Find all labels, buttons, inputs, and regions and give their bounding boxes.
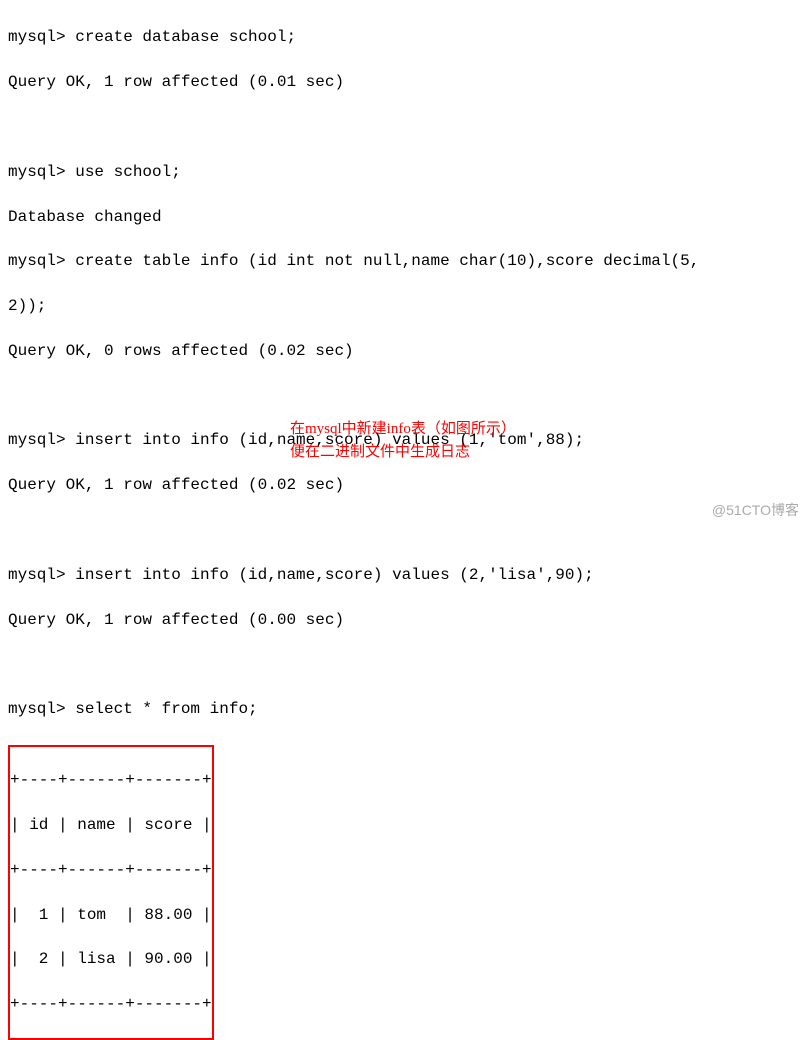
blank-line [8,116,797,138]
table-header: | id | name | score | [10,814,212,836]
watermark: @51CTO博客 [712,501,799,521]
cmd-create-table-2: 2)); [8,295,797,317]
annotation-note: 在mysql中新建info表（如图所示） 便在二进制文件中生成日志 [290,418,516,463]
result-table-highlight: +----+------+-------+ | id | name | scor… [8,745,214,1040]
table-row-1: | 1 | tom | 88.00 | [10,904,212,926]
table-border-bottom: +----+------+-------+ [10,993,212,1015]
result-insert-2: Query OK, 1 row affected (0.00 sec) [8,609,797,631]
table-row-2: | 2 | lisa | 90.00 | [10,948,212,970]
terminal-output: mysql> create database school; Query OK,… [8,4,797,1040]
result-create-table: Query OK, 0 rows affected (0.02 sec) [8,340,797,362]
blank-line [8,519,797,541]
annotation-line-1: 在mysql中新建info表（如图所示） [290,418,516,441]
cmd-create-database: mysql> create database school; [8,26,797,48]
table-border-top: +----+------+-------+ [10,769,212,791]
cmd-insert-2: mysql> insert into info (id,name,score) … [8,564,797,586]
cmd-use-school: mysql> use school; [8,161,797,183]
result-insert-1: Query OK, 1 row affected (0.02 sec) [8,474,797,496]
result-create-database: Query OK, 1 row affected (0.01 sec) [8,71,797,93]
blank-line [8,385,797,407]
cmd-create-table-1: mysql> create table info (id int not nul… [8,250,797,272]
table-border-mid: +----+------+-------+ [10,859,212,881]
cmd-select: mysql> select * from info; [8,698,797,720]
blank-line [8,653,797,675]
annotation-line-2: 便在二进制文件中生成日志 [290,441,516,464]
result-database-changed: Database changed [8,206,797,228]
